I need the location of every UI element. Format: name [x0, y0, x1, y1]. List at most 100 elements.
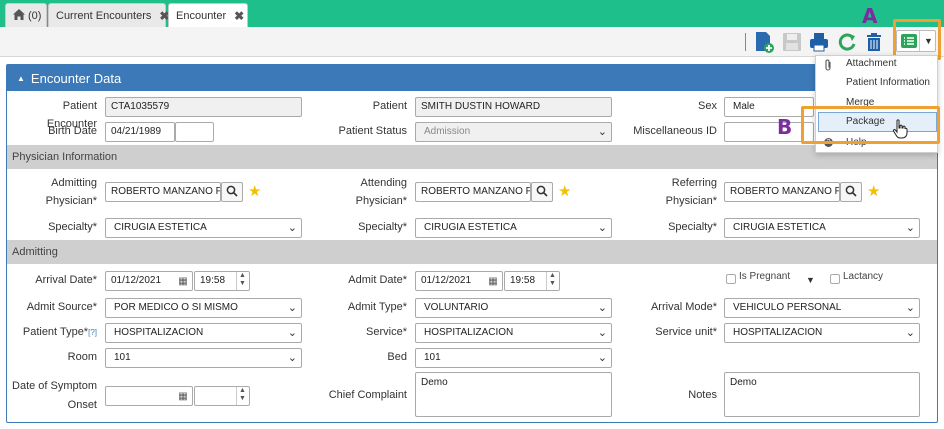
lactancy-checkbox[interactable] — [830, 274, 840, 284]
specialty-label: Specialty* — [668, 221, 717, 233]
patient-label: Patient — [372, 100, 407, 112]
admit-type-select[interactable]: VOLUNTARIO ⌄ — [415, 298, 612, 318]
calendar-icon[interactable]: ▦ — [485, 272, 501, 290]
admit-date-value: 01/12/2021 — [421, 275, 472, 286]
menu-item-attachment[interactable]: Attachment — [846, 58, 897, 69]
attending-physician-label: Attending — [360, 177, 407, 189]
arrival-mode-value: VEHICULO PERSONAL — [733, 302, 842, 313]
arrival-date-label: Arrival Date* — [35, 274, 97, 286]
tab-home[interactable]: (0) — [5, 3, 47, 27]
calendar-icon[interactable]: ▦ — [175, 272, 191, 290]
chevron-down-icon: ⌄ — [905, 327, 915, 339]
search-button[interactable] — [840, 182, 862, 202]
bed-label: Bed — [387, 351, 407, 363]
room-select[interactable]: 101 ⌄ — [105, 348, 302, 368]
is-pregnant-checkbox[interactable] — [726, 274, 736, 284]
search-button[interactable] — [531, 182, 553, 202]
birth-date-extra-field[interactable] — [175, 122, 214, 142]
new-document-icon[interactable] — [753, 31, 775, 53]
marker-b: B — [777, 115, 793, 139]
chief-complaint-textarea[interactable]: Demo — [415, 372, 612, 417]
close-icon[interactable]: ✖ — [234, 9, 244, 23]
chief-complaint-label: Chief Complaint — [328, 389, 407, 401]
patient-type-select[interactable]: HOSPITALIZACION ⌄ — [105, 323, 302, 343]
favorite-star-icon[interactable]: ★ — [558, 184, 571, 200]
lactancy-label: Lactancy — [843, 271, 884, 282]
home-icon — [13, 8, 25, 23]
bed-value: 101 — [424, 352, 441, 363]
room-label: Room — [67, 351, 97, 363]
service-value: HOSPITALIZACION — [424, 327, 514, 338]
collapse-icon: ▲ — [17, 73, 25, 83]
specialty-select-1[interactable]: CIRUGIA ESTETICA ⌄ — [105, 218, 302, 238]
physician-section-header: Physician Information — [7, 145, 937, 169]
admit-source-select[interactable]: POR MEDICO O SI MISMO ⌄ — [105, 298, 302, 318]
patient-status-select[interactable]: Admission ⌄ — [415, 122, 612, 142]
calendar-icon[interactable]: ▦ — [175, 387, 191, 405]
chevron-down-icon: ⌄ — [905, 222, 915, 234]
marker-a: A — [862, 4, 878, 28]
help-link[interactable]: [?] — [88, 328, 97, 337]
patient-encounter-field[interactable]: CTA1035579 — [105, 97, 302, 117]
is-pregnant-label: Is Pregnant — [739, 271, 791, 282]
admitting-physician-field[interactable]: ROBERTO MANZANO FL — [105, 182, 221, 202]
tab-current-encounters[interactable]: Current Encounters ✖ — [48, 3, 169, 27]
time-spinner-icon[interactable]: ▲ ▼ — [236, 387, 248, 405]
service-unit-select[interactable]: HOSPITALIZACION ⌄ — [724, 323, 920, 343]
highlight-box-a — [893, 19, 941, 60]
chevron-down-icon: ⌄ — [287, 352, 297, 364]
referring-physician-field[interactable]: ROBERTO MANZANO FL — [724, 182, 840, 202]
admit-time-value: 19:58 — [510, 275, 536, 286]
specialty-label: Specialty* — [358, 221, 407, 233]
patient-status-value: Admission — [424, 126, 471, 137]
referring-physician-label: Referring — [671, 177, 717, 189]
symptom-onset-label-2: Onset — [67, 399, 97, 411]
chevron-down-icon: ⌄ — [597, 126, 607, 138]
refresh-icon[interactable] — [836, 31, 858, 53]
attending-physician-field[interactable]: ROBERTO MANZANO FL — [415, 182, 531, 202]
chevron-down-icon: ⌄ — [597, 222, 607, 234]
chevron-down-icon[interactable]: ▼ — [806, 275, 815, 285]
attending-physician-label-2: Physician* — [355, 195, 407, 207]
search-button[interactable] — [221, 182, 243, 202]
menu-item-patient-information[interactable]: Patient Information — [846, 77, 930, 88]
specialty-select-2[interactable]: CIRUGIA ESTETICA ⌄ — [415, 218, 612, 238]
tab-encounter-label: Encounter — [176, 9, 227, 22]
room-value: 101 — [114, 352, 131, 363]
admitting-section-header: Admitting — [7, 240, 937, 264]
toolbar-divider — [745, 33, 746, 51]
admit-source-label: Admit Source* — [26, 301, 97, 313]
favorite-star-icon[interactable]: ★ — [248, 184, 261, 200]
birth-date-field[interactable]: 04/21/1989 — [105, 122, 175, 142]
specialty-value: CIRUGIA ESTETICA — [733, 222, 826, 233]
panel-title: Encounter Data — [30, 70, 122, 86]
search-icon — [845, 185, 857, 200]
paperclip-icon — [824, 59, 833, 74]
tab-home-label: (0) — [28, 9, 42, 22]
highlight-box-b — [801, 106, 940, 144]
chevron-down-icon: ⌄ — [597, 302, 607, 314]
time-spinner-icon[interactable]: ▲ ▼ — [546, 272, 558, 290]
specialty-value: CIRUGIA ESTETICA — [424, 222, 517, 233]
time-spinner-icon[interactable]: ▲ ▼ — [236, 272, 248, 290]
arrival-mode-select[interactable]: VEHICULO PERSONAL ⌄ — [724, 298, 920, 318]
admit-type-label: Admit Type* — [347, 301, 407, 313]
trash-icon[interactable] — [863, 31, 885, 53]
admitting-physician-label: Admitting — [51, 177, 97, 189]
patient-field[interactable]: SMITH DUSTIN HOWARD — [415, 97, 612, 117]
bed-select[interactable]: 101 ⌄ — [415, 348, 612, 368]
arrival-date-value: 01/12/2021 — [111, 275, 162, 286]
notes-textarea[interactable]: Demo — [724, 372, 920, 417]
admitting-physician-label-2: Physician* — [45, 195, 97, 207]
print-icon[interactable] — [808, 31, 830, 53]
chevron-down-icon: ⌄ — [287, 222, 297, 234]
favorite-star-icon[interactable]: ★ — [867, 184, 880, 200]
specialty-select-3[interactable]: CIRUGIA ESTETICA ⌄ — [724, 218, 920, 238]
tab-encounter[interactable]: Encounter ✖ — [168, 3, 248, 27]
panel-header[interactable]: ▲ Encounter Data — [7, 65, 937, 91]
sex-value: Male — [733, 101, 755, 112]
specialty-value: CIRUGIA ESTETICA — [114, 222, 207, 233]
save-icon[interactable] — [781, 31, 803, 53]
service-select[interactable]: HOSPITALIZACION ⌄ — [415, 323, 612, 343]
sex-label: Sex — [698, 100, 717, 112]
